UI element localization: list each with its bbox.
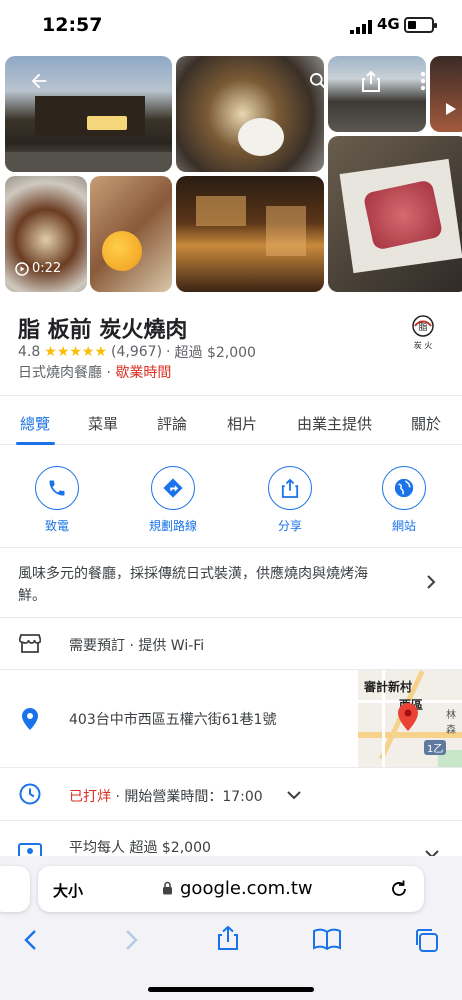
map-pin-icon — [398, 703, 418, 731]
restaurant-logo: 脂 炭 火 — [406, 313, 440, 351]
location-pin-icon — [22, 708, 38, 730]
separator-dot: · — [166, 344, 171, 360]
play-triangle-icon — [446, 103, 456, 115]
clock-icon — [19, 783, 41, 805]
phone-icon — [49, 480, 65, 496]
share-label: 分享 — [277, 519, 302, 533]
share-sheet-icon[interactable] — [217, 925, 239, 951]
status-time: 12:57 — [42, 14, 103, 36]
share-icon — [281, 478, 299, 498]
search-button[interactable] — [303, 66, 333, 96]
price-level: 超過 $2,000 — [174, 345, 256, 361]
description-text: 風味多元的餐廳，採採傳統日式裝潢，供應燒肉與燒烤海 鮮。 — [18, 566, 368, 604]
forward-nav-icon[interactable] — [124, 929, 140, 951]
rating-value: 4.8 — [18, 344, 41, 360]
directions-label: 規劃路線 — [148, 519, 197, 533]
tab-menu[interactable]: 菜單 — [88, 413, 118, 434]
map-thumbnail[interactable]: 審計新村 西區 林森 1乙 — [358, 670, 462, 767]
address-row[interactable]: 403台中市西區五權六街61巷1號 審計新村 西區 林森 1乙 — [0, 669, 462, 767]
share-icon — [362, 70, 380, 92]
description-row[interactable]: 風味多元的餐廳，採採傳統日式裝潢，供應燒肉與燒烤海 鮮。 — [0, 547, 462, 617]
address-bar[interactable]: 大小 google.com.tw — [38, 866, 424, 912]
svg-text:炭 火: 炭 火 — [414, 341, 433, 350]
call-button[interactable]: 致電 — [17, 466, 97, 534]
hours-row[interactable]: 已打烊 · 開始營業時間：17:00 — [0, 767, 462, 820]
tab-from-owner[interactable]: 由業主提供 — [297, 413, 372, 434]
photo-wagyu-plate[interactable] — [328, 136, 462, 292]
avg-price-row[interactable]: 平均每人 超過 $2,000 — [0, 820, 462, 860]
lock-icon — [163, 881, 172, 895]
tab-about[interactable]: 關於 — [411, 413, 441, 434]
signal-icon — [350, 20, 372, 34]
active-tab-indicator — [16, 442, 55, 445]
battery-icon — [404, 17, 437, 33]
video-duration: 0:22 — [32, 261, 62, 276]
map-road-shield: 1乙 — [424, 740, 447, 755]
photo-appetizer-video[interactable]: 0:22 — [5, 176, 87, 292]
website-label: 網站 — [391, 519, 416, 533]
avg-price-text: 平均每人 超過 $2,000 — [69, 840, 211, 856]
share-button[interactable]: 分享 — [250, 466, 330, 534]
place-name: 脂 板前 炭火燒肉 — [18, 318, 188, 343]
directions-icon — [163, 478, 183, 498]
previous-tab-preview[interactable] — [0, 866, 30, 912]
tabs-icon[interactable] — [413, 927, 439, 953]
amenities-row[interactable]: 需要預訂 · 提供 Wi-Fi — [0, 617, 462, 669]
photo-rice-bowl[interactable] — [176, 56, 324, 172]
text-size-button[interactable]: 大小 — [53, 880, 83, 901]
play-icon — [15, 261, 29, 276]
opening-time: · 開始營業時間：17:00 — [115, 789, 263, 805]
photo-restaurant-night[interactable] — [176, 176, 324, 292]
tab-photos[interactable]: 相片 — [227, 413, 257, 434]
chevron-down-icon[interactable] — [286, 790, 302, 800]
closed-status: 已打烊 — [69, 789, 111, 805]
photo-gallery[interactable]: 0:22 — [0, 52, 462, 298]
back-nav-icon[interactable] — [22, 929, 38, 951]
address-text: 403台中市西區五權六街61巷1號 — [69, 712, 277, 728]
amenities-text: 需要預訂 · 提供 Wi-Fi — [69, 638, 205, 654]
call-label: 致電 — [44, 519, 69, 533]
svg-text:脂: 脂 — [418, 321, 427, 333]
back-button[interactable] — [24, 66, 54, 96]
tab-reviews[interactable]: 評論 — [157, 413, 187, 434]
storefront-icon — [19, 634, 41, 653]
category-row: 日式燒肉餐廳 · 歇業時間 — [18, 362, 171, 382]
more-vert-icon — [420, 71, 426, 91]
url-text[interactable]: google.com.tw — [180, 878, 313, 899]
review-count[interactable]: (4,967) — [111, 344, 162, 360]
photo-egg-yolk-beef[interactable] — [90, 176, 172, 292]
rating-row[interactable]: 4.8 ★★★★★ (4,967) · 超過 $2,000 — [18, 342, 256, 362]
hours-link[interactable]: 歇業時間 — [115, 365, 171, 381]
status-bar: 12:57 4G — [0, 0, 462, 52]
map-label-neighborhood: 審計新村 — [364, 680, 413, 694]
directions-button[interactable]: 規劃路線 — [133, 466, 213, 534]
rating-stars: ★★★★★ — [44, 344, 108, 360]
map-label-road: 林森 — [446, 710, 456, 736]
browser-toolbar: 大小 google.com.tw — [0, 856, 462, 1000]
next-photo-button[interactable] — [441, 94, 461, 124]
network-label: 4G — [377, 15, 400, 33]
arrow-left-icon — [31, 73, 47, 89]
globe-icon — [394, 478, 414, 498]
place-category: 日式燒肉餐廳 — [18, 365, 102, 381]
video-badge: 0:22 — [15, 261, 61, 276]
hours-text: 已打烊 · 開始營業時間：17:00 — [69, 786, 263, 806]
tab-bar: 總覽 菜單 評論 相片 由業主提供 關於 — [0, 395, 462, 445]
reload-icon[interactable] — [389, 879, 409, 899]
bookmarks-icon[interactable] — [313, 928, 341, 950]
website-button[interactable]: 網站 — [364, 466, 444, 534]
home-indicator — [148, 987, 314, 992]
more-options-button[interactable] — [408, 66, 438, 96]
share-photo-button[interactable] — [356, 66, 386, 96]
search-icon — [310, 73, 327, 90]
chevron-right-icon — [427, 575, 436, 589]
tab-overview[interactable]: 總覽 — [20, 413, 50, 434]
